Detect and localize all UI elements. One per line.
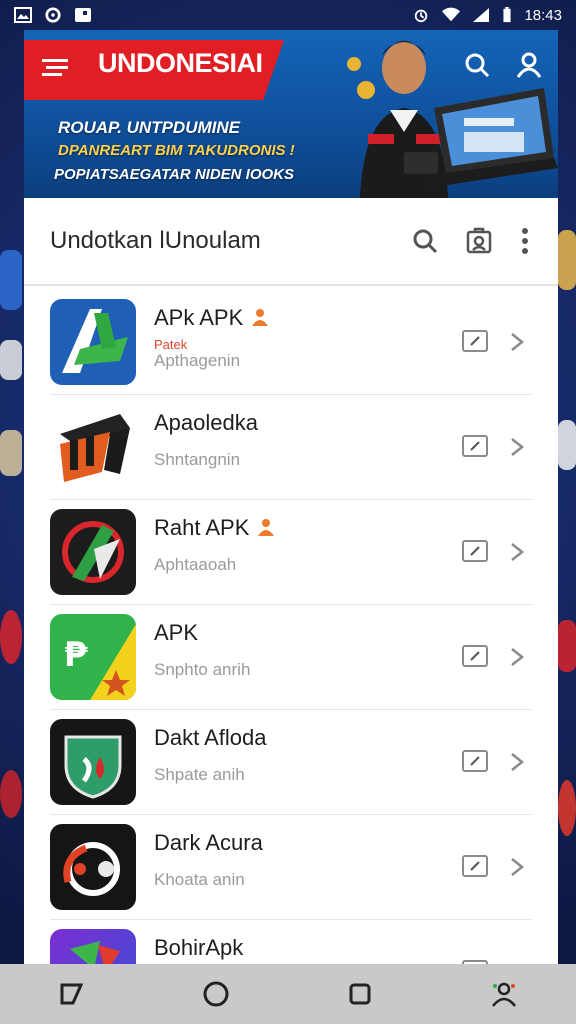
background-decoration — [0, 610, 22, 664]
app-list-card: Undotkan lUnoulam APk APK Patek Apthagen… — [24, 198, 558, 964]
search-icon[interactable] — [464, 52, 490, 78]
laptop-illustration — [404, 88, 558, 188]
background-decoration — [0, 430, 22, 476]
app-name: Dakt Afloda — [154, 725, 267, 750]
header-banner: UNDONESIAI ROUAP. UNTPDUMINE DPANREART B… — [24, 30, 558, 198]
battery-icon — [503, 7, 512, 23]
back-icon[interactable] — [55, 977, 89, 1011]
app-icon — [50, 404, 136, 490]
chevron-right-icon[interactable] — [508, 437, 526, 457]
recents-icon[interactable] — [343, 977, 377, 1011]
search-icon[interactable] — [410, 226, 440, 256]
system-navigation-bar — [0, 964, 576, 1024]
app-name: Dark Acura — [154, 830, 263, 855]
checkbox[interactable] — [462, 435, 488, 457]
list-item[interactable]: APk APK Patek Apthagenin — [50, 290, 532, 395]
svg-text:₱: ₱ — [64, 635, 88, 675]
bookmark-icon[interactable] — [464, 226, 494, 256]
wifi-icon — [442, 7, 461, 22]
list-item[interactable]: Dakt Afloda Shpate anih — [50, 710, 532, 815]
checkbox[interactable] — [462, 645, 488, 667]
app-name: Apaoledka — [154, 410, 258, 435]
circle-icon — [45, 7, 61, 23]
signal-icon — [473, 8, 490, 22]
list-item[interactable]: Dark Acura Khoata anin — [50, 815, 532, 920]
status-time: 18:43 — [524, 6, 562, 24]
background-decoration — [558, 780, 576, 836]
background-decoration — [558, 420, 576, 470]
app-subtitle: Snphto anrih — [154, 660, 251, 679]
app-name: APK — [154, 620, 199, 645]
notification-icon — [75, 8, 91, 22]
card-header: Undotkan lUnoulam — [24, 198, 558, 286]
app-icon — [50, 509, 136, 595]
background-decoration — [0, 340, 22, 380]
person-badge-icon — [258, 519, 275, 536]
assistant-icon[interactable] — [487, 977, 521, 1011]
chevron-right-icon[interactable] — [508, 752, 526, 772]
app-icon: ₱ — [50, 614, 136, 700]
checkbox[interactable] — [462, 540, 488, 562]
app-icon — [50, 824, 136, 910]
checkbox[interactable] — [462, 750, 488, 772]
list-item[interactable]: BohirApk — [50, 920, 532, 964]
banner-headline: ROUAP. UNTPDUMINE — [58, 118, 240, 137]
chevron-right-icon[interactable] — [508, 332, 526, 352]
list-item[interactable]: Raht APK Aphtaaoah — [50, 500, 532, 605]
banner-title: UNDONESIAI — [98, 48, 263, 78]
app-subtitle: Aphtaaoah — [154, 555, 237, 574]
status-bar: 18:43 — [0, 0, 576, 30]
app-name: Raht APK — [154, 515, 250, 540]
gallery-icon — [14, 7, 32, 23]
alarm-icon — [415, 9, 428, 23]
app-subtitle: Khoata anin — [154, 870, 245, 889]
app-subtitle: Shntangnin — [154, 450, 241, 469]
chevron-right-icon[interactable] — [508, 857, 526, 877]
page-title: Undotkan lUnoulam — [50, 227, 261, 254]
background-decoration — [558, 620, 576, 672]
banner-headline: DPANREART BIM TAKUDRONIS ! — [58, 142, 295, 159]
chevron-right-icon[interactable] — [508, 542, 526, 562]
banner-headline: POPIATSAEGATAR NIDEN IOOKS — [54, 166, 295, 183]
app-name: APk APK — [154, 305, 244, 330]
app-tag: Patek — [154, 337, 188, 352]
menu-icon[interactable] — [42, 57, 68, 77]
app-icon — [50, 719, 136, 805]
home-icon[interactable] — [199, 977, 233, 1011]
app-subtitle: Apthagenin — [154, 351, 241, 370]
app-name: BohirApk — [154, 935, 244, 960]
app-subtitle: Shpate anih — [154, 765, 245, 784]
list-item[interactable]: Apaoledka Shntangnin — [50, 395, 532, 500]
background-decoration — [0, 770, 22, 818]
app-list: APk APK Patek Apthagenin Apaoledka Shnta… — [24, 286, 558, 964]
checkbox[interactable] — [462, 330, 488, 352]
user-icon[interactable] — [516, 52, 542, 78]
person-badge-icon — [252, 309, 269, 326]
checkbox[interactable] — [462, 855, 488, 877]
background-decoration — [0, 250, 22, 310]
list-item[interactable]: ₱ APK Snphto anrih — [50, 605, 532, 710]
more-vert-icon[interactable] — [518, 226, 532, 256]
background-decoration — [558, 230, 576, 290]
app-icon — [50, 299, 136, 385]
app-icon — [50, 929, 136, 964]
chevron-right-icon[interactable] — [508, 647, 526, 667]
